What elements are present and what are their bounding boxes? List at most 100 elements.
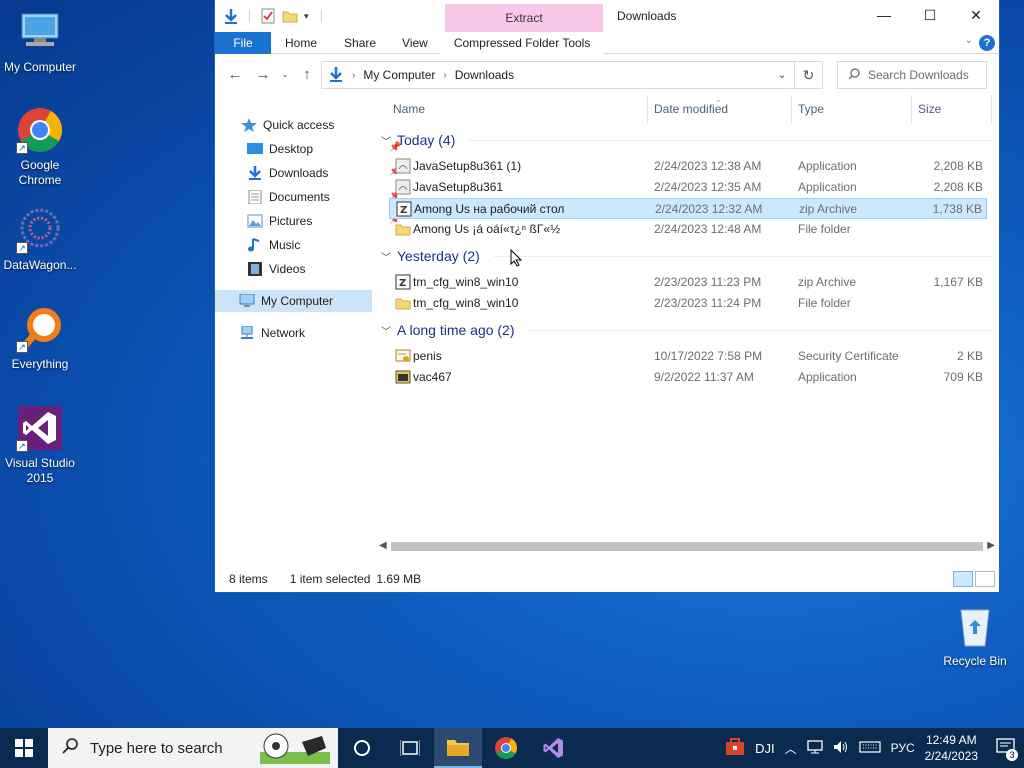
file-name: JavaSetup8u361 — [413, 180, 504, 194]
group-header-long-time-ago[interactable]: ﹀ A long time ago (2) — [381, 319, 991, 341]
desktop-icon-chrome[interactable]: ↗ Google Chrome — [0, 106, 80, 188]
svg-text:Z: Z — [399, 278, 406, 289]
details-view-icon[interactable] — [953, 571, 973, 587]
column-divider[interactable] — [911, 95, 912, 123]
zip-archive-icon: Z — [395, 274, 411, 290]
start-button[interactable] — [0, 728, 48, 768]
column-header-type[interactable]: Type — [798, 95, 908, 123]
column-divider[interactable] — [991, 95, 992, 123]
group-header-today[interactable]: ﹀ Today (4) — [381, 129, 991, 151]
file-row[interactable]: vac467 9/2/2022 11:37 AM Application 709… — [389, 367, 987, 388]
cortana-button[interactable] — [338, 728, 386, 768]
taskbar-visual-studio[interactable] — [530, 728, 578, 768]
address-bar[interactable]: › My Computer › Downloads ⌄ — [321, 61, 795, 89]
nav-label: My Computer — [261, 294, 334, 308]
qat-dropdown-icon[interactable]: ▾ — [304, 11, 309, 22]
file-row[interactable]: tm_cfg_win8_win10 2/23/2023 11:24 PM Fil… — [389, 293, 987, 314]
nav-documents[interactable]: Documents 📌 — [247, 186, 401, 208]
recent-locations-dropdown[interactable]: ⌄ — [279, 69, 291, 80]
file-row[interactable]: JavaSetup8u361 (1) 2/24/2023 12:38 AM Ap… — [389, 156, 987, 177]
keyboard-icon[interactable] — [858, 740, 881, 757]
column-header-size[interactable]: Size — [918, 95, 978, 123]
file-type: Application — [798, 180, 857, 194]
contextual-tab-extract[interactable]: Extract — [445, 4, 603, 32]
back-button[interactable]: ← — [223, 66, 247, 83]
address-history-dropdown[interactable]: ⌄ — [770, 62, 794, 88]
desktop-icon-my-computer[interactable]: My Computer — [0, 8, 80, 75]
search-input[interactable]: Search Downloads — [837, 61, 987, 89]
breadcrumb-chevron-icon[interactable]: › — [352, 70, 355, 81]
show-hidden-icons-chevron-icon[interactable]: ︿ — [785, 740, 797, 757]
minimize-button[interactable]: — — [861, 0, 907, 30]
taskbar-chrome[interactable] — [482, 728, 530, 768]
group-label: Today (4) — [397, 132, 456, 148]
nav-desktop[interactable]: Desktop 📌 — [247, 138, 401, 160]
tab-view[interactable]: View — [389, 32, 441, 54]
search-icon — [848, 67, 860, 83]
tab-home[interactable]: Home — [271, 32, 331, 54]
new-folder-icon[interactable] — [282, 8, 298, 24]
taskbar-file-explorer[interactable] — [434, 728, 482, 768]
file-type: File folder — [798, 222, 851, 236]
breadcrumb-my-computer[interactable]: My Computer — [363, 68, 435, 82]
nav-music[interactable]: Music — [247, 234, 300, 256]
file-row[interactable]: Among Us ¡á οáí«τ¿ⁿ ßΓ«½ 2/24/2023 12:48… — [389, 219, 987, 240]
desktop-icon-datawagon[interactable]: ↗ DataWagon... — [0, 206, 80, 273]
large-icons-view-icon[interactable] — [975, 571, 995, 587]
nav-network[interactable]: Network — [239, 322, 305, 344]
nav-label: Quick access — [263, 118, 335, 132]
column-header-name[interactable]: Name — [393, 95, 643, 123]
desktop-icon-recycle-bin[interactable]: Recycle Bin — [935, 602, 1015, 669]
network-icon — [239, 325, 255, 340]
network-status-icon[interactable] — [806, 739, 823, 757]
file-date: 2/23/2023 11:23 PM — [654, 275, 762, 289]
desktop-icon-everything[interactable]: ↗ Everything — [0, 305, 80, 372]
breadcrumb-chevron-icon[interactable]: › — [443, 70, 446, 81]
file-row[interactable]: JavaSetup8u361 2/24/2023 12:35 AM Applic… — [389, 177, 987, 198]
group-header-yesterday[interactable]: ﹀ Yesterday (2) — [381, 245, 991, 267]
nav-downloads[interactable]: Downloads 📌 — [247, 162, 401, 184]
expand-ribbon-icon[interactable]: ⌄ — [965, 35, 973, 46]
file-row[interactable]: penis 10/17/2022 7:58 PM Security Certif… — [389, 346, 987, 367]
group-divider — [469, 139, 991, 141]
breadcrumb-downloads[interactable]: Downloads — [455, 68, 514, 82]
forward-button[interactable]: → — [251, 66, 275, 83]
file-row-selected[interactable]: Z Among Us на рабочий стол 2/24/2023 12:… — [389, 198, 987, 219]
up-button[interactable]: ↑ — [295, 66, 319, 83]
nav-my-computer[interactable]: My Computer — [215, 290, 372, 312]
scrollbar-thumb[interactable] — [391, 542, 983, 551]
everything-search-icon: ↗ — [16, 305, 64, 353]
toolbar-separator — [249, 9, 250, 23]
horizontal-scrollbar[interactable]: ◀ ▶ — [375, 538, 999, 555]
scroll-right-icon[interactable]: ▶ — [987, 540, 995, 551]
column-divider[interactable] — [791, 95, 792, 123]
desktop-icon-visual-studio[interactable]: ↗ Visual Studio 2015 — [0, 404, 80, 486]
file-row[interactable]: Z tm_cfg_win8_win10 2/23/2023 11:23 PM z… — [389, 272, 987, 293]
scroll-left-icon[interactable]: ◀ — [379, 540, 387, 551]
help-icon[interactable]: ? — [979, 35, 995, 51]
taskbar-search-box[interactable]: Type here to search — [48, 728, 338, 768]
group-divider — [528, 329, 991, 331]
file-name: penis — [413, 349, 442, 363]
nav-quick-access[interactable]: Quick access — [241, 114, 334, 136]
tab-compressed-folder-tools[interactable]: Compressed Folder Tools — [440, 31, 604, 54]
task-view-button[interactable] — [386, 728, 434, 768]
nav-label: Music — [269, 238, 301, 252]
download-location-icon — [328, 66, 344, 85]
tab-file[interactable]: File — [215, 31, 271, 54]
tray-dji[interactable]: DJI — [755, 741, 775, 756]
shortcut-arrow-icon: ↗ — [16, 242, 28, 254]
refresh-button[interactable]: ↻ — [795, 61, 823, 89]
clock[interactable]: 12:49 AM 2/24/2023 — [925, 732, 978, 764]
tab-share[interactable]: Share — [331, 32, 389, 54]
volume-icon[interactable] — [833, 740, 849, 757]
maximize-button[interactable]: ☐ — [907, 0, 953, 30]
close-button[interactable]: ✕ — [953, 0, 999, 30]
nav-pictures[interactable]: Pictures 📌 — [247, 210, 401, 232]
language-indicator[interactable]: РУС — [891, 741, 915, 755]
toolbox-app-icon[interactable] — [725, 737, 745, 759]
action-center-icon[interactable]: 3 — [996, 737, 1018, 761]
nav-videos[interactable]: Videos — [247, 258, 305, 280]
column-divider[interactable] — [647, 95, 648, 123]
properties-icon[interactable] — [260, 8, 276, 24]
